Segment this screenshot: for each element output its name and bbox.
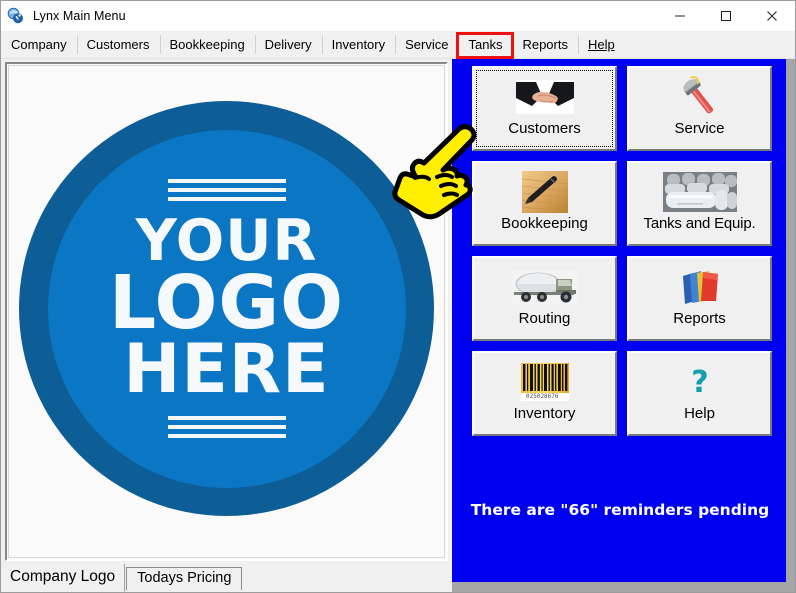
right-edge-strip <box>786 59 795 582</box>
menu-tanks[interactable]: Tanks <box>458 31 512 58</box>
menu-customers-label: Customers <box>86 37 150 52</box>
menu-service[interactable]: Service <box>395 31 458 58</box>
barcode-icon: 025028676 <box>520 359 569 405</box>
window-controls <box>657 1 795 31</box>
button-inventory-label: Inventory <box>513 405 576 422</box>
logo-line-3: HERE <box>123 330 330 410</box>
button-service-label: Service <box>674 120 725 137</box>
menu-service-label: Service <box>405 37 449 52</box>
menu-company-label: Company <box>11 37 67 52</box>
minimize-button[interactable] <box>657 1 703 31</box>
menu-delivery[interactable]: Delivery <box>254 31 322 58</box>
close-button[interactable] <box>749 1 795 31</box>
button-routing[interactable]: Routing <box>472 256 617 341</box>
logo-bottom-rules <box>167 416 286 439</box>
menu-delivery-label: Delivery <box>264 37 312 52</box>
menu-inventory[interactable]: Inventory <box>321 31 395 58</box>
menu-reports-label: Reports <box>522 37 568 52</box>
button-help-label: Help <box>684 405 715 422</box>
bottom-edge-strip <box>452 582 795 592</box>
button-help[interactable]: ? Help <box>627 351 772 436</box>
tab-todays-pricing[interactable]: Todays Pricing <box>126 567 243 592</box>
menu-customers[interactable]: Customers <box>76 31 160 58</box>
application-window: Lynx Main Menu Company Customers Bookkee… <box>0 0 796 593</box>
pipe-wrench-icon <box>677 74 723 120</box>
tab-strip: Company Logo Todays Pricing <box>1 561 452 592</box>
menu-bookkeeping[interactable]: Bookkeeping <box>159 31 255 58</box>
folders-icon <box>679 264 721 310</box>
left-pane: YOUR LOGO HERE Company Logo Todays Prici… <box>1 59 452 592</box>
menu-inventory-label: Inventory <box>331 37 386 52</box>
menu-reports[interactable]: Reports <box>512 31 578 58</box>
logo-top-rules <box>167 178 286 201</box>
menu-bar: Company Customers Bookkeeping Delivery I… <box>1 31 795 59</box>
button-customers-label: Customers <box>508 120 581 137</box>
button-grid: Customers Service Bookkeeping Tanks and … <box>472 66 772 436</box>
button-tanks-and-equip-label: Tanks and Equip. <box>643 215 756 232</box>
menu-help-label: Help <box>587 37 615 52</box>
button-bookkeeping[interactable]: Bookkeeping <box>472 161 617 246</box>
question-mark-icon: ? <box>686 359 714 405</box>
logo-outer-ring: YOUR LOGO HERE <box>19 101 434 516</box>
app-globe-icon <box>7 7 25 25</box>
svg-text:?: ? <box>691 365 708 399</box>
menu-company[interactable]: Company <box>1 31 77 58</box>
menu-tanks-label: Tanks <box>468 37 503 52</box>
button-customers[interactable]: Customers <box>472 66 617 151</box>
button-tanks-and-equip[interactable]: Tanks and Equip. <box>627 161 772 246</box>
svg-text:025028676: 025028676 <box>526 393 559 400</box>
company-logo-panel: YOUR LOGO HERE <box>5 62 448 561</box>
main-menu-button-panel: Customers Service Bookkeeping Tanks and … <box>452 59 790 582</box>
button-inventory[interactable]: 025028676 Inventory <box>472 351 617 436</box>
menu-help[interactable]: Help <box>577 31 625 58</box>
button-bookkeeping-label: Bookkeeping <box>501 215 588 232</box>
menu-bookkeeping-label: Bookkeeping <box>169 37 245 52</box>
title-bar: Lynx Main Menu <box>1 1 795 31</box>
propane-tanks-icon <box>662 169 737 215</box>
logo-line-2: LOGO <box>108 260 345 347</box>
button-reports-label: Reports <box>673 310 726 327</box>
main-content: YOUR LOGO HERE Company Logo Todays Prici… <box>1 59 795 592</box>
ledger-pen-icon <box>521 169 568 215</box>
tab-todays-pricing-label: Todays Pricing <box>137 570 232 587</box>
logo-inner-circle: YOUR LOGO HERE <box>47 129 406 488</box>
company-logo-image: YOUR LOGO HERE <box>8 65 445 558</box>
handshake-icon <box>515 74 574 120</box>
window-title: Lynx Main Menu <box>33 9 126 23</box>
maximize-button[interactable] <box>703 1 749 31</box>
tab-company-logo[interactable]: Company Logo <box>5 562 126 592</box>
reminders-status-text: There are "66" reminders pending <box>470 501 770 519</box>
tanker-truck-icon <box>511 264 578 310</box>
button-routing-label: Routing <box>518 310 571 327</box>
button-service[interactable]: Service <box>627 66 772 151</box>
tab-company-logo-label: Company Logo <box>10 567 116 585</box>
button-reports[interactable]: Reports <box>627 256 772 341</box>
